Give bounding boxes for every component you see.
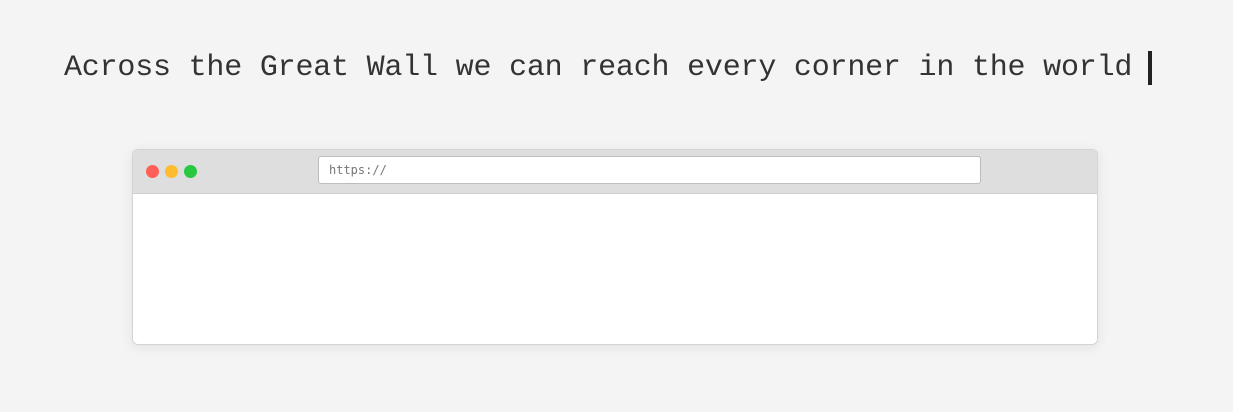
browser-titlebar [133,150,1097,194]
browser-viewport [133,194,1097,344]
maximize-icon[interactable] [184,165,197,178]
typewriter-headline: Across the Great Wall we can reach every… [64,48,1153,88]
close-icon[interactable] [146,165,159,178]
headline-text: Across the Great Wall we can reach every… [64,51,1133,85]
address-bar-input[interactable] [318,156,981,184]
minimize-icon[interactable] [165,165,178,178]
text-cursor [1148,51,1153,85]
browser-window [132,149,1098,345]
